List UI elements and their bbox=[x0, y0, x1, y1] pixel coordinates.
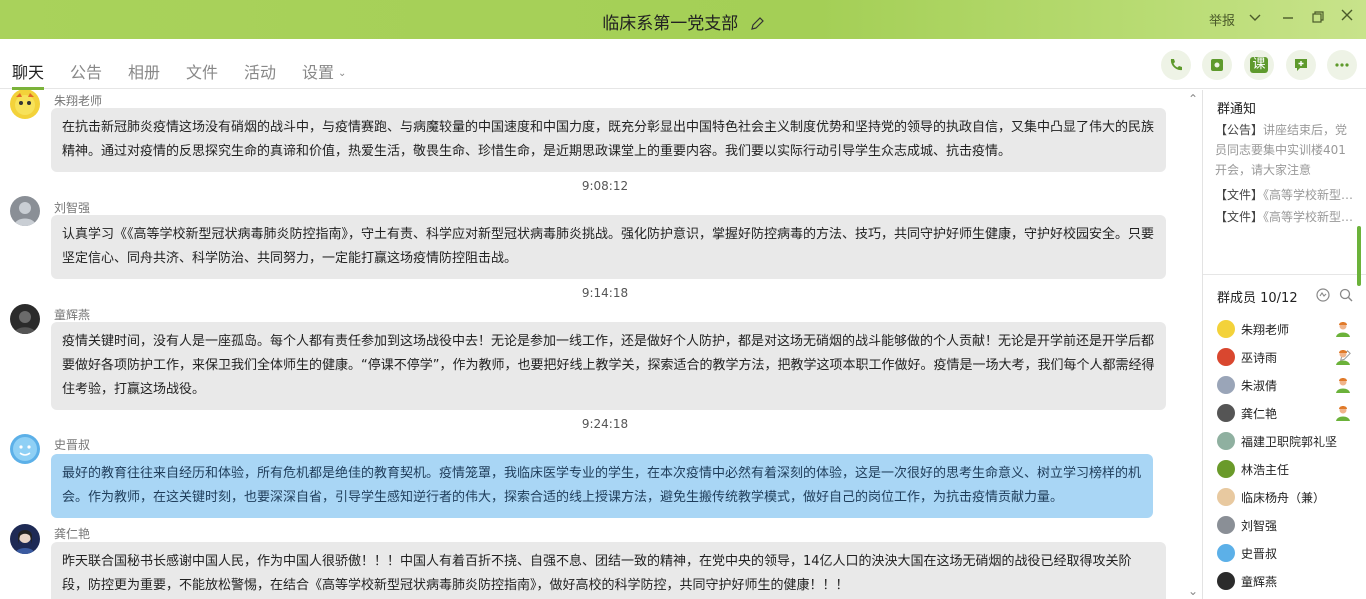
file-item[interactable]: 【文件】《高等学校新型冠状病毒肺炎防控指南》 bbox=[1215, 208, 1357, 225]
title-bar: 临床系第一党支部 举报 bbox=[0, 0, 1366, 39]
right-panel: 群通知 【公告】讲座结束后，党员同志要集中实训楼401开会，请大家注意 【文件】… bbox=[1202, 90, 1366, 599]
tab-settings[interactable]: 设置 ⌄ bbox=[302, 59, 346, 83]
report-button[interactable]: 举报 bbox=[1209, 10, 1235, 29]
message-bubble[interactable]: 最好的教育往往来自经历和体验，所有危机都是绝佳的教育契机。疫情笼罩，我临床医学专… bbox=[51, 454, 1153, 518]
member-item[interactable]: 林浩主任 bbox=[1217, 457, 1357, 481]
file-tag: 【文件】 bbox=[1215, 188, 1264, 202]
sender-name[interactable]: 刘智强 bbox=[54, 199, 90, 216]
announcement-tag: 【公告】 bbox=[1215, 123, 1264, 137]
add-button[interactable] bbox=[1286, 50, 1316, 80]
message-bubble[interactable]: 疫情关键时间，没有人是一座孤岛。每个人都有责任参加到这场战役中去！无论是参加一线… bbox=[51, 322, 1166, 410]
member-avatar bbox=[1217, 572, 1235, 590]
member-name: 临床杨舟（兼） bbox=[1241, 490, 1326, 505]
member-avatar bbox=[1217, 516, 1235, 534]
minimize-icon[interactable] bbox=[1281, 10, 1295, 28]
tab-files[interactable]: 文件 bbox=[186, 59, 218, 83]
scroll-down-icon[interactable]: ⌄ bbox=[1188, 584, 1198, 598]
voice-call-button[interactable] bbox=[1161, 50, 1191, 80]
avatar[interactable] bbox=[10, 90, 40, 119]
member-name: 龚仁艳 bbox=[1241, 406, 1278, 421]
scroll-up-icon[interactable]: ⌃ bbox=[1188, 92, 1198, 106]
chevron-down-icon: ⌄ bbox=[338, 68, 347, 79]
close-icon[interactable] bbox=[1340, 8, 1354, 26]
phone-icon bbox=[1170, 59, 1182, 71]
message-text: 在抗击新冠肺炎疫情这场没有硝烟的战斗中，与疫情赛跑、与病魔较量的中国速度和中国力… bbox=[62, 120, 1155, 159]
message-text: 最好的教育往往来自经历和体验，所有危机都是绝佳的教育契机。疫情笼罩，我临床医学专… bbox=[62, 466, 1142, 505]
admin-icon bbox=[1334, 404, 1352, 426]
member-item[interactable]: 童辉燕 bbox=[1217, 569, 1357, 593]
add-message-icon bbox=[1295, 59, 1307, 71]
member-avatar bbox=[1217, 376, 1235, 394]
sender-name[interactable]: 史晋叔 bbox=[54, 436, 90, 453]
avatar[interactable] bbox=[10, 196, 40, 226]
edit-icon[interactable] bbox=[750, 16, 764, 36]
member-avatar bbox=[1217, 320, 1235, 338]
member-name: 巫诗雨 bbox=[1241, 350, 1278, 365]
members-title: 群成员 10/12 bbox=[1217, 291, 1298, 306]
avatar[interactable] bbox=[10, 434, 40, 464]
restore-icon[interactable] bbox=[1311, 10, 1325, 28]
member-avatar bbox=[1217, 348, 1235, 366]
tab-chat[interactable]: 聊天 bbox=[12, 59, 45, 90]
message-bubble[interactable]: 在抗击新冠肺炎疫情这场没有硝烟的战斗中，与疫情赛跑、与病魔较量的中国速度和中国力… bbox=[51, 108, 1166, 172]
divider bbox=[1203, 274, 1366, 275]
member-item[interactable]: 福建卫职院郭礼坚 bbox=[1217, 429, 1357, 453]
tab-bar: 聊天 公告 相册 文件 活动 设置 ⌄ 课 bbox=[0, 39, 1366, 90]
course-button[interactable]: 课 bbox=[1244, 50, 1274, 80]
member-avatar bbox=[1217, 404, 1235, 422]
search-icon[interactable] bbox=[1338, 287, 1354, 307]
tab-announcement[interactable]: 公告 bbox=[70, 59, 102, 83]
member-avatar bbox=[1217, 432, 1235, 450]
member-scrollbar[interactable] bbox=[1357, 226, 1361, 286]
file-item[interactable]: 【文件】《高等学校新型冠状病毒肺炎防控指南》 bbox=[1215, 186, 1357, 203]
member-item[interactable]: 史晋叔 bbox=[1217, 541, 1357, 565]
video-call-button[interactable] bbox=[1202, 50, 1232, 80]
admin-icon bbox=[1334, 320, 1352, 342]
sender-name[interactable]: 朱翔老师 bbox=[54, 92, 102, 109]
avatar[interactable] bbox=[10, 304, 40, 334]
file-name: 《高等学校新型冠状病毒肺炎防控指南》 bbox=[1263, 210, 1357, 224]
message-text: 昨天联合国秘书长感谢中国人民，作为中国人很骄傲！！！中国人有着百折不挠、自强不息… bbox=[62, 554, 1132, 593]
tab-album[interactable]: 相册 bbox=[128, 59, 160, 83]
member-item[interactable]: 临床杨舟（兼） bbox=[1217, 485, 1357, 509]
member-name: 朱淑倩 bbox=[1241, 378, 1278, 393]
admin-icon bbox=[1334, 376, 1352, 398]
admin-icon bbox=[1334, 348, 1352, 370]
message-bubble[interactable]: 昨天联合国秘书长感谢中国人民，作为中国人很骄傲！！！中国人有着百折不挠、自强不息… bbox=[51, 542, 1166, 599]
window-title-wrap: 临床系第一党支部 bbox=[0, 9, 1366, 36]
member-item[interactable]: 刘智强 bbox=[1217, 513, 1357, 537]
file-tag: 【文件】 bbox=[1215, 210, 1264, 224]
more-icon bbox=[1335, 63, 1349, 67]
sender-name[interactable]: 童辉燕 bbox=[54, 306, 90, 323]
message-bubble[interactable]: 认真学习《《高等学校新型冠状病毒肺炎防控指南》，守土有责、科学应对新型冠状病毒肺… bbox=[51, 215, 1166, 279]
tab-settings-label: 设置 bbox=[302, 63, 335, 82]
member-avatar bbox=[1217, 488, 1235, 506]
member-name: 朱翔老师 bbox=[1241, 322, 1290, 337]
window-title: 临床系第一党支部 bbox=[602, 14, 739, 34]
video-icon bbox=[1211, 59, 1223, 71]
announcement[interactable]: 【公告】讲座结束后，党员同志要集中实训楼401开会，请大家注意 bbox=[1215, 120, 1357, 180]
notice-title: 群通知 bbox=[1217, 102, 1257, 117]
course-label: 课 bbox=[1250, 57, 1268, 73]
file-name: 《高等学校新型冠状病毒肺炎防控指南》 bbox=[1263, 188, 1357, 202]
member-name: 刘智强 bbox=[1241, 518, 1278, 533]
timestamp: 9:08:12 bbox=[581, 179, 629, 193]
member-avatar bbox=[1217, 544, 1235, 562]
message-text: 认真学习《《高等学校新型冠状病毒肺炎防控指南》，守土有责、科学应对新型冠状病毒肺… bbox=[62, 227, 1155, 266]
message-text: 疫情关键时间，没有人是一座孤岛。每个人都有责任参加到这场战役中去！无论是参加一线… bbox=[62, 334, 1155, 397]
sender-name[interactable]: 龚仁艳 bbox=[54, 525, 90, 542]
member-manage-icon[interactable] bbox=[1315, 287, 1331, 307]
member-name: 童辉燕 bbox=[1241, 574, 1278, 589]
member-name: 史晋叔 bbox=[1241, 546, 1278, 561]
chevron-down-icon[interactable] bbox=[1248, 10, 1262, 28]
more-button[interactable] bbox=[1327, 50, 1357, 80]
member-name: 福建卫职院郭礼坚 bbox=[1241, 434, 1338, 449]
member-name: 林浩主任 bbox=[1241, 462, 1290, 477]
tab-activities[interactable]: 活动 bbox=[244, 59, 276, 83]
chat-area[interactable]: ⌃ 朱翔老师 在抗击新冠肺炎疫情这场没有硝烟的战斗中，与疫情赛跑、与病魔较量的中… bbox=[0, 90, 1202, 599]
timestamp: 9:14:18 bbox=[581, 286, 629, 300]
avatar[interactable] bbox=[10, 524, 40, 554]
timestamp: 9:24:18 bbox=[581, 417, 629, 431]
member-avatar bbox=[1217, 460, 1235, 478]
